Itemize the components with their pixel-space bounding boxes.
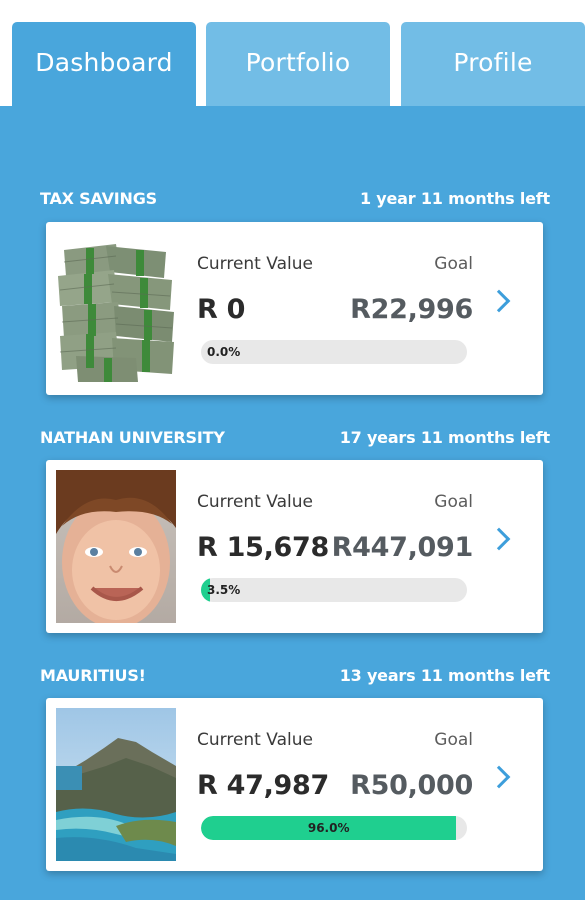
mountain-coast-image — [56, 708, 176, 861]
goal-title: MAURITIUS! — [40, 666, 146, 685]
tab-profile[interactable]: Profile — [401, 22, 585, 106]
goal-label: Goal — [434, 254, 473, 274]
current-value-label: Current Value — [197, 492, 313, 512]
goal-label: Goal — [434, 730, 473, 750]
boy-portrait-image — [56, 470, 176, 623]
progress-bar: 96.0% — [201, 816, 467, 840]
progress-text: 96.0% — [307, 821, 350, 835]
current-value: R 47,987 — [197, 770, 329, 801]
goal-time-left: 1 year 11 months left — [359, 189, 550, 208]
goal-title: NATHAN UNIVERSITY — [40, 428, 225, 447]
progress-bar: 3.5% — [201, 578, 467, 602]
cash-stack-image — [56, 232, 176, 385]
chevron-right-icon[interactable] — [487, 289, 511, 313]
progress-text: 3.5% — [207, 583, 241, 597]
tab-dashboard-label: Dashboard — [35, 47, 173, 77]
current-value-label: Current Value — [197, 254, 313, 274]
chevron-right-icon[interactable] — [487, 765, 511, 789]
tab-portfolio-label: Portfolio — [245, 47, 351, 77]
goal-time-left: 13 years 11 months left — [339, 666, 550, 685]
progress-bar: 0.0% — [201, 340, 467, 364]
goal-title: TAX SAVINGS — [40, 189, 157, 208]
goal-label: Goal — [434, 492, 473, 512]
goal-card-tax-savings[interactable]: Current Value Goal R 0 R22,996 0.0% — [46, 222, 543, 395]
tab-profile-label: Profile — [453, 47, 533, 77]
goal-header: TAX SAVINGS 1 year 11 months left — [40, 189, 550, 208]
goal-value: R50,000 — [350, 770, 473, 801]
current-value: R 15,678 — [197, 532, 329, 563]
tab-portfolio[interactable]: Portfolio — [206, 22, 390, 106]
tab-dashboard[interactable]: Dashboard — [12, 22, 196, 106]
progress-text: 0.0% — [207, 345, 241, 359]
goal-value: R447,091 — [331, 532, 474, 563]
goal-time-left: 17 years 11 months left — [339, 428, 550, 447]
goal-card-mauritius[interactable]: Current Value Goal R 47,987 R50,000 96.0… — [46, 698, 543, 871]
chevron-right-icon[interactable] — [487, 527, 511, 551]
goal-card-nathan-university[interactable]: Current Value Goal R 15,678 R447,091 3.5… — [46, 460, 543, 633]
goal-header: NATHAN UNIVERSITY 17 years 11 months lef… — [40, 428, 550, 447]
goal-header: MAURITIUS! 13 years 11 months left — [40, 666, 550, 685]
current-value-label: Current Value — [197, 730, 313, 750]
goal-value: R22,996 — [350, 294, 473, 325]
current-value: R 0 — [197, 294, 246, 325]
